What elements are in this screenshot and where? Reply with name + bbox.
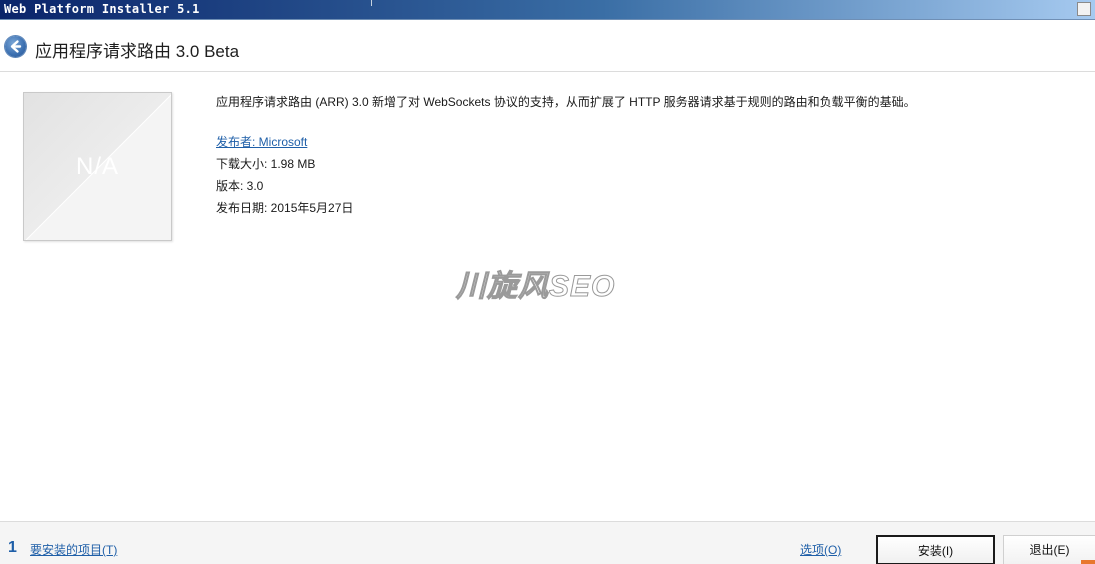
close-window-button[interactable]: [1077, 2, 1091, 16]
back-arrow-icon[interactable]: [5, 36, 26, 57]
install-button[interactable]: 安装(I): [876, 535, 995, 564]
product-thumbnail: N/A: [23, 92, 172, 241]
exit-button-label: 退出(E): [1029, 543, 1070, 557]
product-description: 应用程序请求路由 (ARR) 3.0 新增了对 WebSockets 协议的支持…: [216, 95, 916, 109]
title-bar-divider: [371, 0, 372, 6]
watermark-text: 川旋风SEO: [455, 270, 616, 304]
footer-bar: 1 要安装的项目(T) 选项(O) 安装(I) 退出(E): [0, 521, 1095, 564]
product-details: 应用程序请求路由 (ARR) 3.0 新增了对 WebSockets 协议的支持…: [216, 93, 916, 219]
window-title: Web Platform Installer 5.1: [4, 2, 200, 16]
thumbnail-placeholder-text: N/A: [75, 153, 119, 180]
exit-button[interactable]: 退出(E): [1003, 535, 1095, 564]
install-count: 1: [8, 539, 17, 556]
items-to-install-link[interactable]: 要安装的项目(T): [30, 541, 117, 558]
page-title: 应用程序请求路由 3.0 Beta: [35, 42, 240, 61]
exit-button-accent: [1081, 560, 1095, 564]
release-date: 发布日期: 2015年5月27日: [216, 201, 354, 215]
publisher-link[interactable]: 发布者: Microsoft: [216, 135, 307, 149]
version: 版本: 3.0: [216, 179, 264, 193]
options-link[interactable]: 选项(O): [800, 541, 841, 558]
product-header: 应用程序请求路由 3.0 Beta: [0, 20, 1095, 72]
title-bar[interactable]: Web Platform Installer 5.1: [0, 0, 1095, 20]
download-size: 下载大小: 1.98 MB: [216, 157, 316, 171]
installer-window: Web Platform Installer 5.1 应用程序请求路由 3.0 …: [0, 0, 1095, 564]
